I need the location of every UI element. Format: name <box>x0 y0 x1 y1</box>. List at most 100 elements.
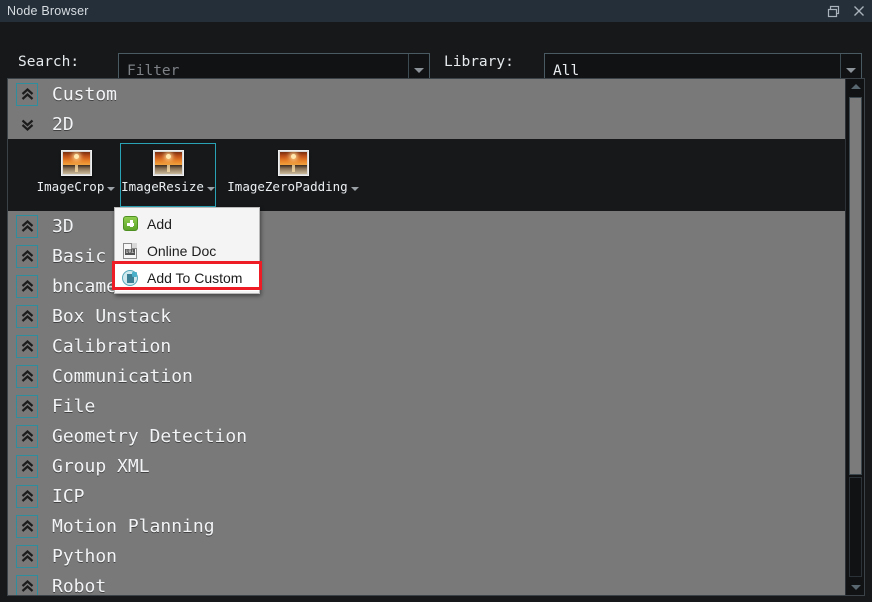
double-chevron-up-icon <box>20 429 35 444</box>
collapse-toggle[interactable] <box>16 274 38 298</box>
category-row[interactable]: File <box>8 391 845 421</box>
context-menu[interactable]: Add URL Online Doc Add To Custom <box>114 207 260 294</box>
thumb-sun <box>166 154 171 159</box>
category-row[interactable]: Calibration <box>8 331 845 361</box>
chevron-down-icon <box>414 68 424 73</box>
add-plus-icon <box>121 215 139 233</box>
restore-icon <box>827 5 840 18</box>
category-label: Robot <box>52 575 107 596</box>
double-chevron-down-icon <box>20 117 35 132</box>
double-chevron-up-icon <box>20 519 35 534</box>
category-label: Basic <box>52 245 107 267</box>
node-item-imageresize[interactable]: ImageResize <box>120 143 216 207</box>
thumb-sun <box>74 154 79 159</box>
context-menu-item-label: Online Doc <box>147 242 217 259</box>
category-row-2d[interactable]: 2D <box>8 109 845 139</box>
thumb-glow <box>74 165 78 172</box>
node-browser-panel: Custom 2D ImageCrop ImageResize ImageZer… <box>7 78 865 596</box>
node-item-imagezeropadding[interactable]: ImageZeroPadding <box>223 143 363 207</box>
category-row[interactable]: Communication <box>8 361 845 391</box>
collapse-toggle[interactable] <box>16 334 38 358</box>
category-row[interactable]: Robot <box>8 571 845 595</box>
caret-down-icon[interactable] <box>206 187 215 191</box>
image-node-icon <box>277 150 309 176</box>
thumb-glow <box>291 165 295 172</box>
restore-button[interactable] <box>820 0 846 22</box>
collapse-toggle[interactable] <box>16 364 38 388</box>
collapse-toggle[interactable] <box>16 214 38 238</box>
collapse-toggle-custom[interactable] <box>16 82 38 106</box>
category-label: Custom <box>52 83 118 105</box>
category-label: Calibration <box>52 335 172 357</box>
context-menu-item-label: Add To Custom <box>147 269 243 286</box>
double-chevron-up-icon <box>20 459 35 474</box>
image-node-icon <box>152 150 184 176</box>
category-label: File <box>52 395 96 417</box>
context-menu-item-add-to-custom[interactable]: Add To Custom <box>115 264 259 291</box>
collapse-toggle[interactable] <box>16 454 38 478</box>
node-label-row: ImageZeroPadding <box>224 179 362 194</box>
double-chevron-up-icon <box>20 549 35 564</box>
context-menu-item-add[interactable]: Add <box>115 210 259 237</box>
collapse-toggle[interactable] <box>16 574 38 595</box>
double-chevron-up-icon <box>20 369 35 384</box>
collapse-toggle[interactable] <box>16 244 38 268</box>
double-chevron-up-icon <box>20 489 35 504</box>
scrollbar-track[interactable] <box>849 477 862 577</box>
scrollbar-thumb[interactable] <box>849 97 862 475</box>
category-row-custom[interactable]: Custom <box>8 79 845 109</box>
collapse-toggle[interactable] <box>16 544 38 568</box>
category-label: ICP <box>52 485 85 507</box>
double-chevron-up-icon <box>20 309 35 324</box>
category-label: Python <box>52 545 118 567</box>
context-menu-item-online-doc[interactable]: URL Online Doc <box>115 237 259 264</box>
collapse-toggle[interactable] <box>16 304 38 328</box>
collapse-toggle[interactable] <box>16 424 38 448</box>
node-label-row: ImageCrop <box>29 179 123 194</box>
double-chevron-up-icon <box>20 279 35 294</box>
node-browser-content: Custom 2D ImageCrop ImageResize ImageZer… <box>8 79 845 595</box>
category-label: Group XML <box>52 455 150 477</box>
close-button[interactable] <box>846 0 872 22</box>
add-to-custom-icon <box>121 269 139 287</box>
online-doc-icon: URL <box>121 242 139 260</box>
double-chevron-up-icon <box>20 87 35 102</box>
scroll-up-button[interactable] <box>847 79 864 94</box>
filter-toolbar: Search: Filter Library: All <box>0 22 872 88</box>
scroll-down-arrow-icon <box>850 585 861 590</box>
search-label: Search: <box>18 54 80 70</box>
caret-down-icon[interactable] <box>107 187 116 191</box>
category-row[interactable]: Motion Planning <box>8 511 845 541</box>
node-item-imagecrop[interactable]: ImageCrop <box>28 143 124 207</box>
node-label-row: ImageResize <box>121 179 215 194</box>
category-row[interactable]: Geometry Detection <box>8 421 845 451</box>
collapse-toggle[interactable] <box>16 484 38 508</box>
caret-down-icon[interactable] <box>350 187 359 191</box>
library-label: Library: <box>444 54 514 70</box>
top-category-band: Custom 2D <box>8 79 845 139</box>
window-title: Node Browser <box>7 4 89 18</box>
scroll-down-button[interactable] <box>847 580 864 595</box>
double-chevron-up-icon <box>20 219 35 234</box>
category-row[interactable]: ICP <box>8 481 845 511</box>
node-label: ImageResize <box>121 179 204 194</box>
double-chevron-up-icon <box>20 339 35 354</box>
category-label: 3D <box>52 215 74 237</box>
category-label: Motion Planning <box>52 515 215 537</box>
thumb-glow <box>166 165 170 172</box>
image-node-icon <box>60 150 92 176</box>
category-row[interactable]: Python <box>8 541 845 571</box>
collapse-toggle[interactable] <box>16 394 38 418</box>
category-row[interactable]: Box Unstack <box>8 301 845 331</box>
scroll-up-arrow-icon <box>850 84 861 89</box>
double-chevron-up-icon <box>20 249 35 264</box>
collapse-toggle-2d[interactable] <box>16 113 38 136</box>
collapse-toggle[interactable] <box>16 514 38 538</box>
thumb-sun <box>291 154 296 159</box>
vertical-scrollbar[interactable] <box>845 79 864 595</box>
double-chevron-up-icon <box>20 399 35 414</box>
category-label: Geometry Detection <box>52 425 248 447</box>
close-icon <box>853 5 865 17</box>
category-label: 2D <box>52 113 74 135</box>
category-row[interactable]: Group XML <box>8 451 845 481</box>
